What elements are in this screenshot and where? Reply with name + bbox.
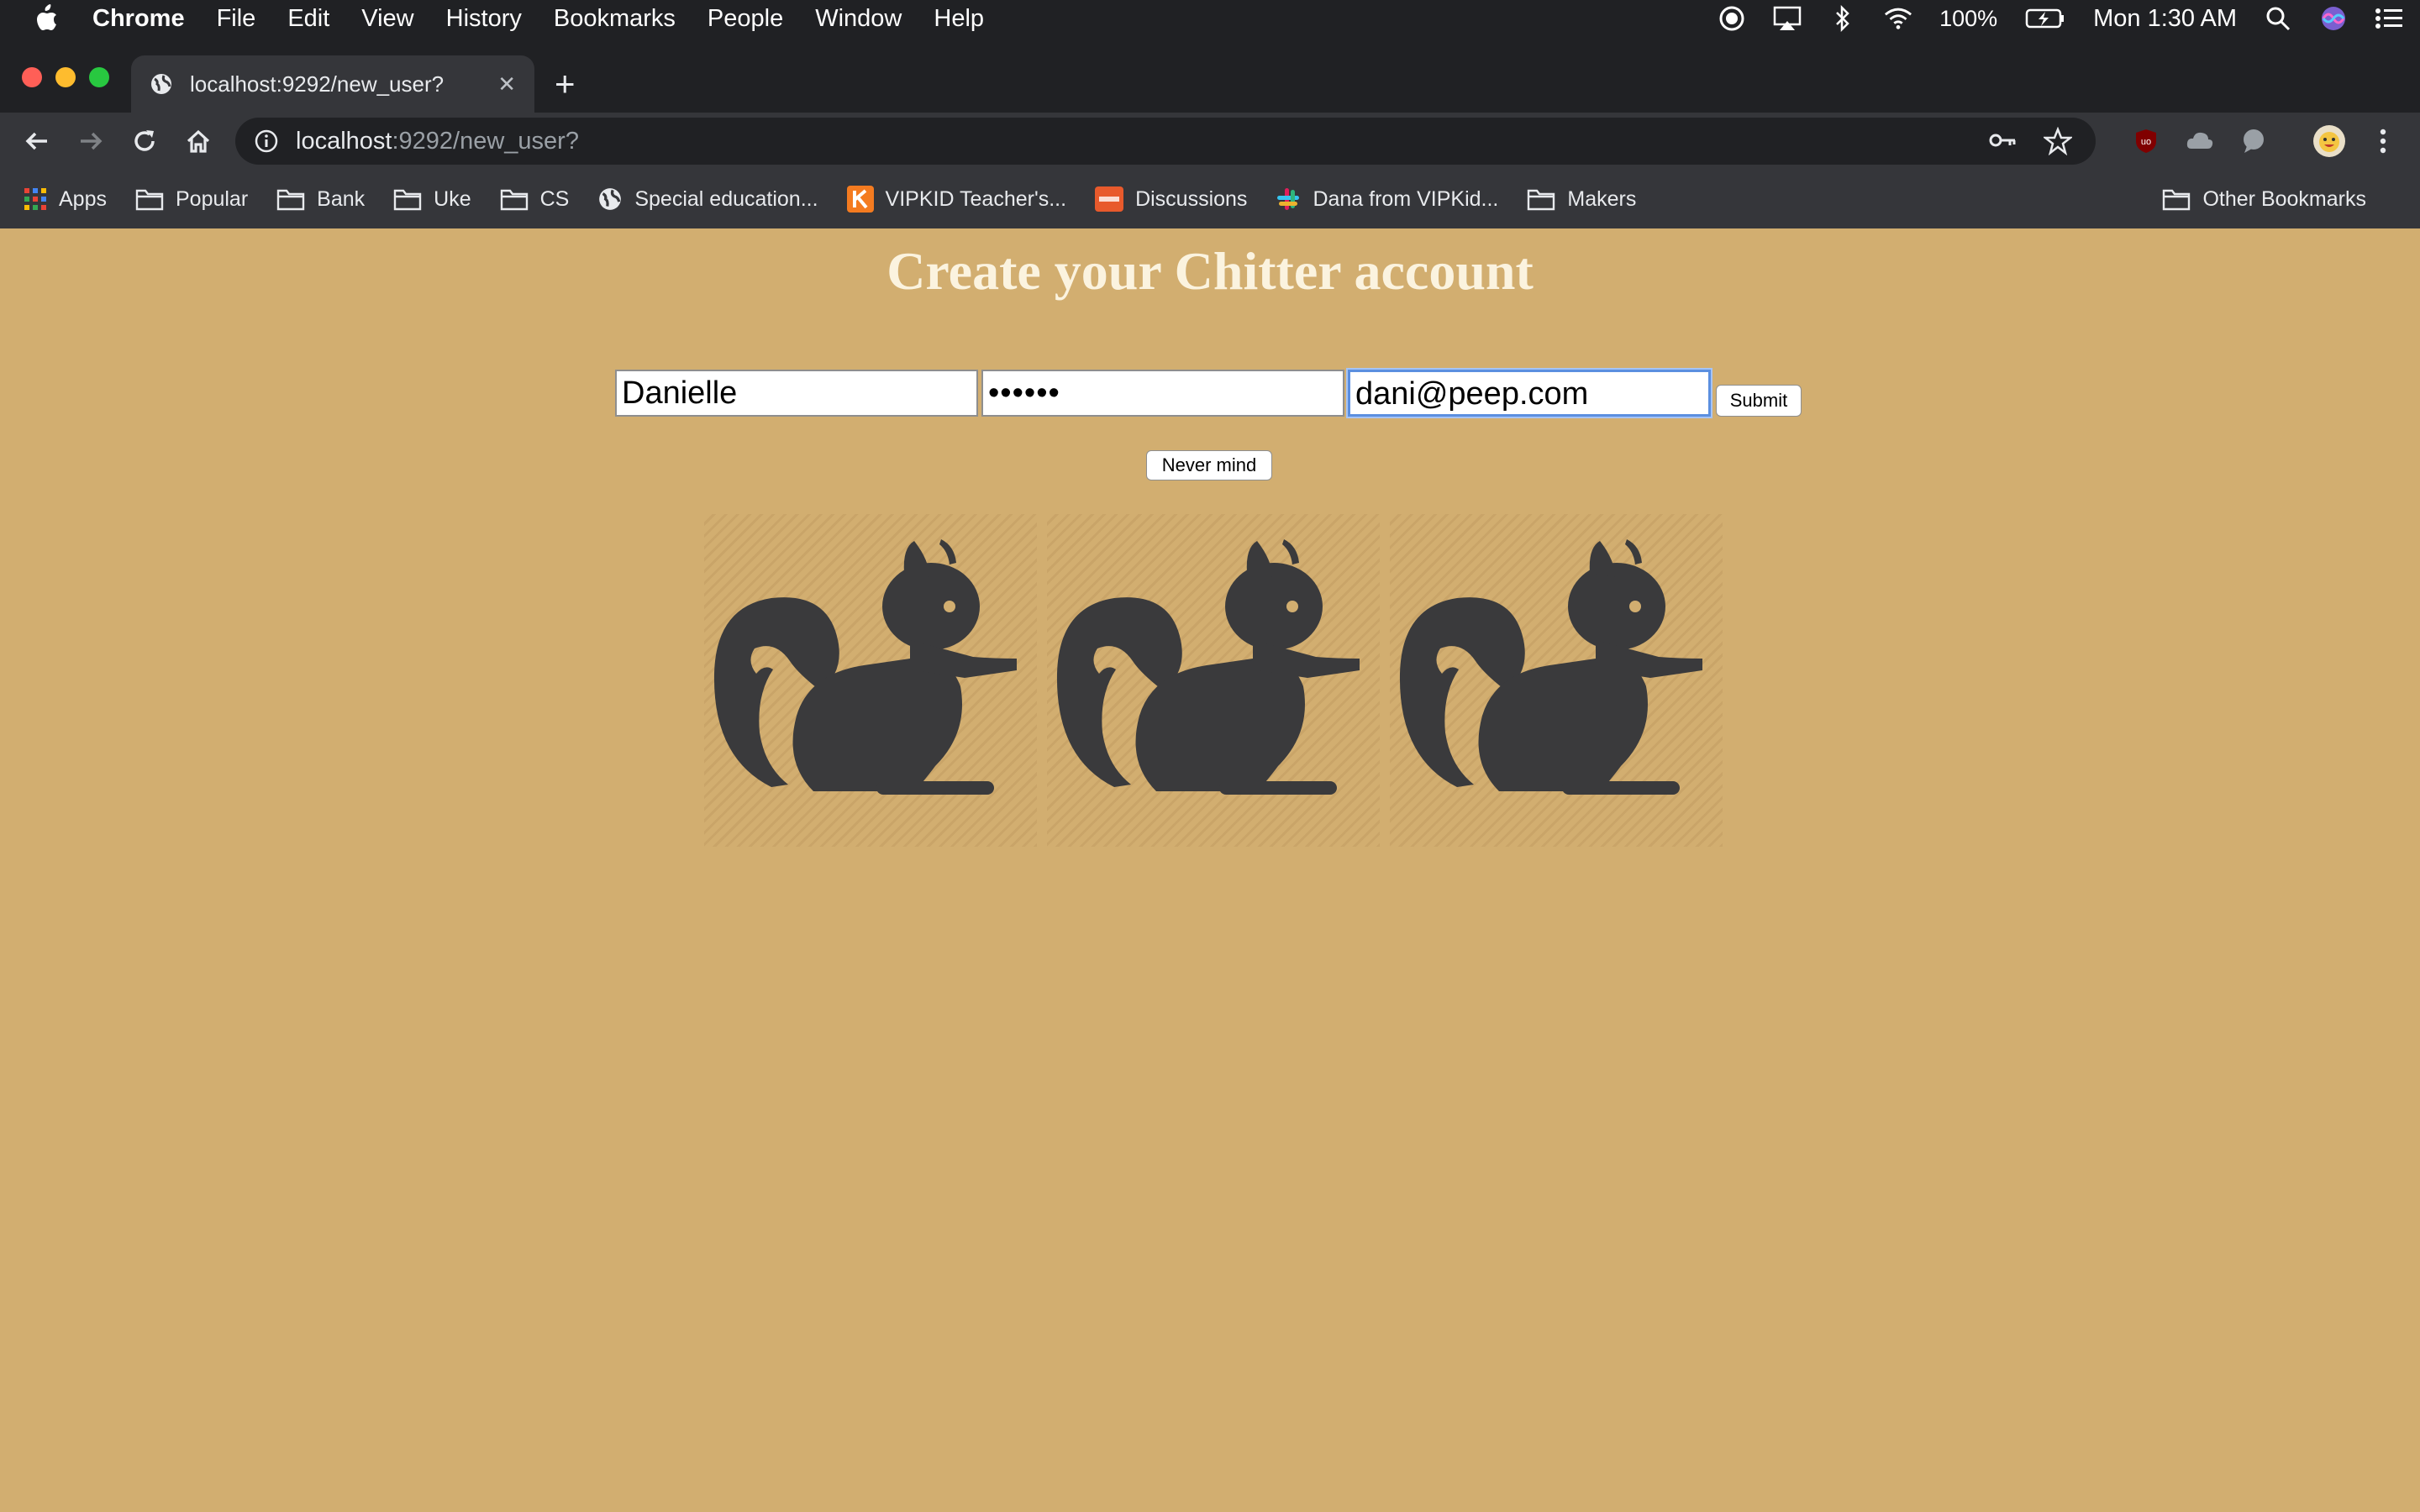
squirrel-image: [1390, 514, 1723, 847]
bookmark-special-education[interactable]: Special education...: [597, 186, 818, 212]
menu-bookmarks[interactable]: Bookmarks: [554, 5, 676, 33]
menu-edit[interactable]: Edit: [287, 5, 329, 33]
bookmark-label: Special education...: [634, 186, 818, 211]
vipkid-icon: [846, 186, 874, 213]
bookmark-cs[interactable]: CS: [500, 186, 570, 212]
bookmarks-bar: Apps Popular Bank Uke CS Special educati…: [0, 170, 2420, 228]
folder-icon: [1527, 187, 1555, 211]
folder-icon: [276, 187, 305, 211]
bookmark-discussions[interactable]: Discussions: [1095, 186, 1247, 212]
bookmark-label: Uke: [434, 186, 471, 211]
menu-people[interactable]: People: [708, 5, 783, 33]
bookmark-popular[interactable]: Popular: [135, 187, 248, 212]
home-button[interactable]: [182, 124, 215, 158]
menu-help[interactable]: Help: [934, 5, 984, 33]
clock[interactable]: Mon 1:30 AM: [2093, 5, 2237, 33]
never-mind-button[interactable]: Never mind: [1146, 450, 1272, 480]
menu-file[interactable]: File: [217, 5, 256, 33]
macos-menu-bar: Chrome File Edit View History Bookmarks …: [0, 0, 2420, 37]
folder-icon: [2162, 187, 2191, 211]
other-bookmarks[interactable]: Other Bookmarks: [2162, 170, 2366, 228]
bookmark-label: Discussions: [1135, 186, 1248, 211]
new-tab-button[interactable]: +: [555, 66, 576, 102]
bookmark-star-icon[interactable]: [2044, 127, 2072, 155]
tab-title: localhost:9292/new_user?: [190, 71, 445, 97]
screen-record-icon[interactable]: [1718, 4, 1746, 33]
bookmark-apps[interactable]: Apps: [24, 187, 107, 212]
back-button[interactable]: [20, 124, 54, 158]
squirrel-icon: [1399, 539, 1702, 795]
close-window-button[interactable]: [22, 67, 42, 87]
folder-icon: [393, 187, 422, 211]
folder-icon: [500, 187, 529, 211]
tab-close-icon[interactable]: ✕: [497, 71, 516, 97]
bookmark-label: Dana from VIPKid...: [1313, 186, 1499, 211]
squirrel-icon: [1056, 539, 1360, 795]
bookmark-label: Bank: [317, 186, 366, 211]
email-field[interactable]: dani@peep.com: [1348, 370, 1711, 417]
saved-password-key-icon[interactable]: [1988, 128, 2017, 153]
notification-center-icon[interactable]: [2375, 4, 2403, 33]
profile-avatar[interactable]: [2312, 124, 2346, 158]
bookmark-label: VIPKID Teacher's...: [885, 186, 1067, 211]
ublock-extension-icon[interactable]: uo: [2129, 124, 2163, 158]
page-content: Create your Chitter account Danielle •••…: [0, 228, 2420, 1512]
siri-icon[interactable]: [2319, 4, 2348, 33]
folder-icon: [135, 187, 164, 211]
squirrel-image: [704, 514, 1037, 847]
wifi-icon[interactable]: [1884, 4, 1912, 33]
bookmark-label: Popular: [175, 186, 249, 211]
bookmark-bank[interactable]: Bank: [276, 187, 365, 212]
reload-button[interactable]: [128, 124, 161, 158]
menu-window[interactable]: Window: [815, 5, 902, 33]
bookmark-label: CS: [539, 186, 570, 211]
chat-extension-icon[interactable]: [2237, 124, 2270, 158]
chrome-menu-icon[interactable]: [2366, 124, 2400, 158]
spotlight-search-icon[interactable]: [2264, 4, 2292, 33]
apps-grid-icon: [24, 187, 47, 211]
submit-button[interactable]: Submit: [1716, 385, 1802, 417]
menu-chrome[interactable]: Chrome: [92, 5, 185, 33]
globe-icon: [150, 72, 173, 96]
cloud-extension-icon[interactable]: [2183, 124, 2217, 158]
url-host: localhost: [296, 127, 392, 155]
globe-icon: [597, 186, 623, 212]
bookmark-makers[interactable]: Makers: [1527, 187, 1636, 212]
bookmark-uke[interactable]: Uke: [393, 187, 471, 212]
bookmark-label: Other Bookmarks: [2202, 186, 2366, 211]
tab-active[interactable]: localhost:9292/new_user? ✕: [131, 55, 534, 113]
apple-menu-icon[interactable]: [0, 4, 92, 33]
bookmark-label: Makers: [1567, 186, 1637, 211]
zoom-window-button[interactable]: [89, 67, 109, 87]
bookmark-dana-from-vipkid[interactable]: Dana from VIPKid...: [1276, 186, 1498, 212]
squirrel-icon: [713, 539, 1017, 795]
airplay-icon[interactable]: [1773, 4, 1802, 33]
battery-percent: 100%: [1939, 5, 1998, 31]
discussions-icon: [1095, 186, 1124, 212]
menu-view[interactable]: View: [361, 5, 413, 33]
address-bar[interactable]: localhost:9292/new_user?: [235, 118, 2096, 165]
password-field[interactable]: ••••••: [981, 370, 1344, 417]
menu-bar-tray: 100% Mon 1:30 AM: [1718, 0, 2403, 37]
bookmark-vipkid-teachers[interactable]: VIPKID Teacher's...: [846, 186, 1067, 213]
browser-toolbar: localhost:9292/new_user? uo: [0, 113, 2420, 170]
site-info-icon[interactable]: [254, 129, 279, 154]
battery-icon[interactable]: [2024, 4, 2066, 33]
page-title: Create your Chitter account: [886, 241, 1534, 301]
forward-button[interactable]: [74, 124, 108, 158]
minimize-window-button[interactable]: [55, 67, 76, 87]
name-field[interactable]: Danielle: [615, 370, 978, 417]
tab-strip: localhost:9292/new_user? ✕ +: [0, 37, 2420, 113]
bluetooth-icon[interactable]: [1828, 4, 1857, 33]
squirrel-image: [1047, 514, 1380, 847]
url-path: :9292/new_user?: [392, 127, 579, 155]
slack-icon: [1276, 186, 1301, 212]
svg-text:uo: uo: [2141, 137, 2151, 147]
menu-history[interactable]: History: [446, 5, 522, 33]
bookmark-label: Apps: [59, 186, 107, 211]
